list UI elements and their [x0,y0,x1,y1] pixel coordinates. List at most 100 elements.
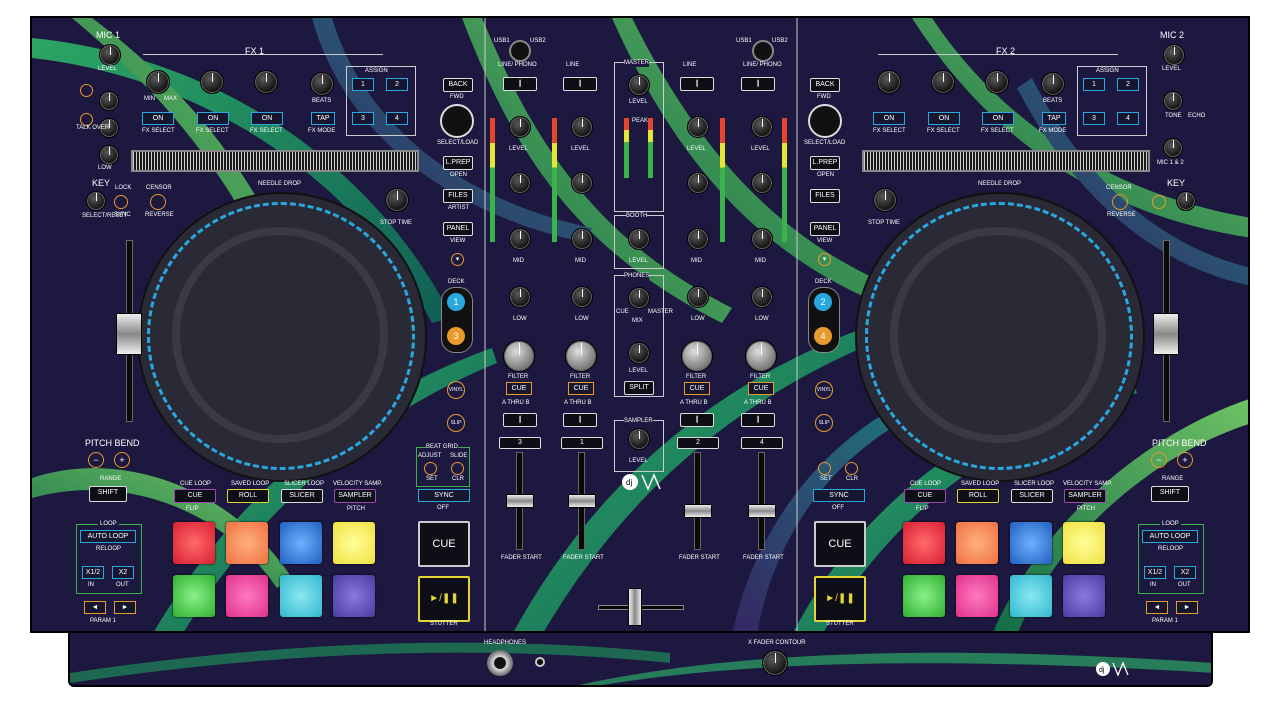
deck1-deck-button-3[interactable]: 3 [447,327,465,345]
deck2-cue-button[interactable]: CUE [814,521,866,567]
deck2-sampler-mode-button[interactable]: SAMPLER [1064,489,1106,503]
deck2-key-knob[interactable] [1176,191,1196,211]
ch4-input-switch[interactable]: ❙ [741,77,775,91]
deck2-auto-loop-button[interactable]: AUTO LOOP [1142,530,1198,543]
deck2-panel-button[interactable]: PANEL [810,222,840,236]
deck2-pad-4[interactable] [1063,522,1105,564]
fx1-assign-3[interactable]: 3 [352,112,374,125]
deck2-x12-button[interactable]: X1/2 [1144,566,1166,579]
ch3-input-switch[interactable]: ❙ [503,77,537,91]
deck1-slicer-mode-button[interactable]: SLICER [281,489,323,503]
fx1-assign-1[interactable]: 1 [352,78,374,91]
fx1-on-button-3[interactable]: ON [251,112,283,125]
fx1-on-button-2[interactable]: ON [197,112,229,125]
deck2-vinyl-button[interactable]: VINYL [815,381,833,399]
fx1-knob-1[interactable] [146,70,170,94]
deck2-param-right[interactable]: ► [1176,601,1198,614]
booth-level-knob[interactable] [628,228,650,250]
deck2-shift-button[interactable]: SHIFT [1151,486,1189,502]
deck1-cue-mode-button[interactable]: CUE [174,489,216,503]
ch2-hi-knob[interactable] [687,172,709,194]
fx2-tap-button[interactable]: TAP [1042,112,1066,125]
deck2-beatgrid-clr-button[interactable] [845,462,858,475]
ch1-low-knob[interactable] [571,286,593,308]
ch4-cue-button[interactable]: CUE [748,382,774,395]
ch2-low-knob[interactable] [687,286,709,308]
deck1-pitch-bend-minus[interactable]: − [88,452,104,468]
deck2-slip-button[interactable]: SLIP [815,414,833,432]
ch3-mid-knob[interactable] [509,228,531,250]
deck2-censor-button[interactable] [1112,194,1128,210]
deck1-view-down-icon[interactable]: ▾ [451,253,464,266]
fx2-on-button-1[interactable]: ON [873,112,905,125]
deck1-pad-8[interactable] [333,575,375,617]
ch3-crossfader-assign-switch[interactable]: ❙ [503,413,537,427]
deck1-panel-button[interactable]: PANEL [443,222,473,236]
ch4-fader[interactable] [748,504,776,518]
deck1-key-knob[interactable] [86,191,106,211]
deck2-deck-button-4[interactable]: 4 [814,327,832,345]
phones-split-button[interactable]: SPLIT [624,381,654,395]
ch4-level-knob[interactable] [751,116,773,138]
deck2-x2-button[interactable]: X2 [1174,566,1196,579]
deck1-pad-6[interactable] [226,575,268,617]
deck2-jog-platter[interactable] [890,227,1106,443]
deck1-stop-time-knob[interactable] [385,188,409,212]
mic2-echo-knob[interactable] [1163,138,1183,158]
mic2-level-knob[interactable] [1163,44,1185,66]
fx2-on-button-2[interactable]: ON [928,112,960,125]
x-fader-contour-knob[interactable] [762,650,788,676]
fx1-knob-3[interactable] [254,70,278,94]
mic2-knob-2[interactable] [1163,91,1183,111]
ch3-cue-button[interactable]: CUE [506,382,532,395]
mic1-level-knob[interactable] [99,44,121,66]
deck1-censor-button[interactable] [150,194,166,210]
deck2-view-down-icon[interactable]: ▾ [818,253,831,266]
deck2-play-pause-button[interactable]: ►/❚❚ [814,576,866,622]
ch2-fader[interactable] [684,504,712,518]
deck2-pitch-fader[interactable] [1153,313,1179,355]
deck2-pad-1[interactable] [903,522,945,564]
deck1-cue-button[interactable]: CUE [418,521,470,567]
fx2-on-button-3[interactable]: ON [982,112,1014,125]
deck1-beatgrid-clr-button[interactable] [451,462,464,475]
deck1-needle-drop-strip[interactable] [131,150,419,172]
fx1-assign-2[interactable]: 2 [386,78,408,91]
ch3-filter-knob[interactable] [503,340,535,372]
ch2-mid-knob[interactable] [687,228,709,250]
deck2-stop-time-knob[interactable] [873,188,897,212]
deck1-lprep-button[interactable]: L.PREP [443,156,473,170]
ch2-input-switch[interactable]: ❙ [680,77,714,91]
fx2-assign-4[interactable]: 4 [1117,112,1139,125]
ch4-hi-knob[interactable] [751,172,773,194]
deck1-play-pause-button[interactable]: ►/❚❚ [418,576,470,622]
deck1-beatgrid-set-button[interactable] [424,462,437,475]
ch2-level-knob[interactable] [687,116,709,138]
deck1-shift-button[interactable]: SHIFT [89,486,127,502]
mixer-usb-switch-b[interactable] [752,40,774,62]
deck1-x12-button[interactable]: X1/2 [82,566,104,579]
ch3-hi-knob[interactable] [509,172,531,194]
ch1-filter-knob[interactable] [565,340,597,372]
deck1-sampler-mode-button[interactable]: SAMPLER [334,489,376,503]
crossfader[interactable] [628,588,642,626]
deck1-auto-loop-button[interactable]: AUTO LOOP [80,530,136,543]
deck1-param-left[interactable]: ◄ [84,601,106,614]
deck2-slicer-mode-button[interactable]: SLICER [1011,489,1053,503]
ch3-fader[interactable] [506,494,534,508]
deck2-deck-button-2[interactable]: 2 [814,293,832,311]
fx2-knob-2[interactable] [931,70,955,94]
ch1-cue-button[interactable]: CUE [568,382,594,395]
fx1-assign-4[interactable]: 4 [386,112,408,125]
deck2-back-button[interactable]: BACK [810,78,840,92]
deck2-pad-5[interactable] [903,575,945,617]
deck1-pitch-bend-plus[interactable]: + [114,452,130,468]
fx2-beats-knob[interactable] [1041,72,1065,96]
ch4-crossfader-assign-switch[interactable]: ❙ [741,413,775,427]
deck1-jog-platter[interactable] [172,227,388,443]
deck2-pad-7[interactable] [1010,575,1052,617]
fx2-assign-3[interactable]: 3 [1083,112,1105,125]
headphones-jack-small[interactable] [535,657,545,667]
deck1-param-right[interactable]: ► [114,601,136,614]
deck1-roll-mode-button[interactable]: ROLL [227,489,269,503]
